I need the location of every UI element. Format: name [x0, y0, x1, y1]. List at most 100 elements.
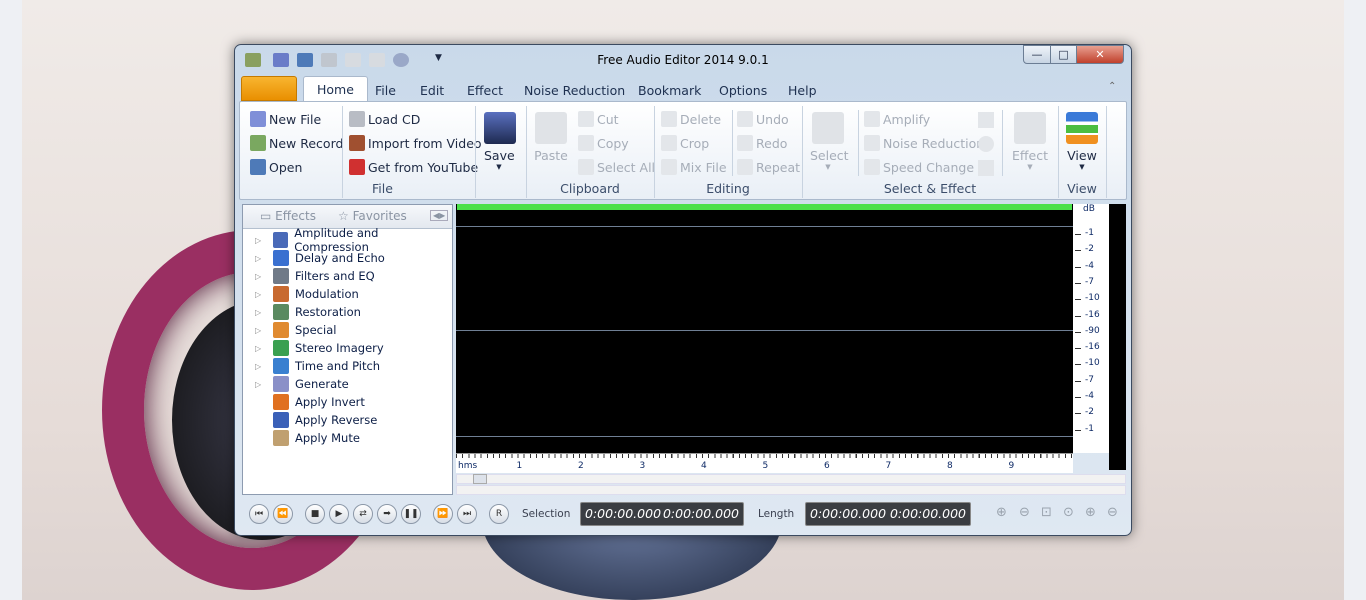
zoom-full-icon[interactable]: ⊙ [1063, 505, 1080, 522]
tree-item[interactable]: ▷ Special [243, 321, 452, 339]
open-button[interactable]: Open [250, 159, 302, 175]
favorites-tab[interactable]: ☆ Favorites [338, 209, 407, 223]
effect-small-icon-1[interactable] [978, 112, 994, 128]
crop-button[interactable]: Crop [661, 135, 709, 151]
zoom-in-icon[interactable]: ⊕ [996, 505, 1013, 522]
tree-item[interactable]: ▷ Generate [243, 375, 452, 393]
folder-icon [250, 159, 266, 175]
tab-bookmark[interactable]: Bookmark [638, 83, 701, 98]
horizontal-scrollbar[interactable] [456, 474, 1126, 484]
new-file-button[interactable]: New File [250, 111, 321, 127]
expand-icon[interactable]: ▷ [255, 380, 265, 389]
tree-item[interactable]: ▷ Amplitude and Compression [243, 226, 452, 254]
tree-item-label: Amplitude and Compression [294, 226, 379, 254]
floppy-icon [484, 112, 516, 144]
repeat-icon [737, 159, 753, 175]
minimize-button[interactable]: — [1023, 45, 1051, 64]
record-button[interactable]: R [489, 504, 509, 524]
label: Effect [1012, 148, 1048, 163]
tree-item[interactable]: ▷ Restoration [243, 303, 452, 321]
stop-button[interactable]: ■ [305, 504, 325, 524]
db-tick-label: -16 [1085, 309, 1100, 320]
expand-icon[interactable]: ▷ [255, 254, 265, 263]
tab-home[interactable]: Home [303, 76, 368, 102]
go-to-end-button[interactable]: ⏭ [457, 504, 477, 524]
selection-end: 0:00:00.000 [662, 506, 739, 521]
tree-item[interactable]: Apply Reverse [243, 411, 452, 429]
panel-scroll-arrows-icon[interactable]: ◀▶ [430, 210, 449, 221]
application-menu-button[interactable] [241, 76, 297, 101]
effects-tab[interactable]: ▭ Effects [260, 209, 316, 223]
select-all-button[interactable]: Select All [578, 159, 655, 175]
paste-button[interactable]: Paste [534, 112, 568, 163]
tree-item[interactable]: ▷ Stereo Imagery [243, 339, 452, 357]
timer-icon[interactable] [978, 136, 994, 152]
effects-tree: ▷ Amplitude and Compression ▷ Delay and Ech… [243, 226, 452, 447]
maximize-button[interactable]: □ [1050, 45, 1077, 64]
copy-button[interactable]: Copy [578, 135, 629, 151]
fast-forward-button[interactable]: ⏩ [433, 504, 453, 524]
save-button[interactable]: Save ▼ [484, 112, 516, 171]
zoom-selection-icon[interactable]: ⊡ [1041, 505, 1058, 522]
expand-icon[interactable]: ▷ [255, 344, 265, 353]
waveform-display[interactable] [456, 204, 1073, 453]
zoom-in-vertical-icon[interactable]: ⊕ [1085, 505, 1102, 522]
tab-file[interactable]: File [375, 83, 396, 98]
speed-change-button[interactable]: Speed Change [864, 159, 974, 175]
select-button[interactable]: Select ▼ [810, 112, 849, 171]
group-label-editing: Editing [706, 181, 750, 196]
label: New File [269, 111, 322, 127]
rewind-button[interactable]: ⏪ [273, 504, 293, 524]
load-cd-button[interactable]: Load CD [349, 111, 420, 127]
tab-effect[interactable]: Effect [467, 83, 503, 98]
tree-item[interactable]: Apply Invert [243, 393, 452, 411]
zoom-out-vertical-icon[interactable]: ⊖ [1107, 505, 1124, 522]
tree-item[interactable]: ▷ Filters and EQ [243, 267, 452, 285]
undo-button[interactable]: Undo [737, 111, 789, 127]
delete-button[interactable]: Delete [661, 111, 721, 127]
zoom-scrollbar[interactable] [456, 485, 1126, 495]
db-tick-label: -7 [1085, 374, 1094, 385]
redo-button[interactable]: Redo [737, 135, 787, 151]
tab-edit[interactable]: Edit [420, 83, 444, 98]
expand-icon[interactable]: ▷ [255, 362, 265, 371]
scissors-icon [578, 111, 594, 127]
expand-icon[interactable]: ▷ [255, 308, 265, 317]
youtube-button[interactable]: Get from YouTube [349, 159, 478, 175]
go-to-start-button[interactable]: ⏮ [249, 504, 269, 524]
effect-button[interactable]: Effect ▼ [1012, 112, 1048, 171]
new-record-button[interactable]: New Record [250, 135, 343, 151]
expand-icon[interactable]: ▷ [255, 290, 265, 299]
expand-icon[interactable]: ▷ [255, 236, 265, 245]
label: Favorites [352, 209, 407, 223]
cut-button[interactable]: Cut [578, 111, 619, 127]
ribbon-tabs: Home File Edit Effect Noise Reduction Bo… [241, 75, 1125, 102]
collapse-ribbon-icon[interactable]: ⌃ [1108, 81, 1116, 92]
tab-help[interactable]: Help [788, 83, 817, 98]
db-tick-label: -10 [1085, 358, 1100, 369]
close-button[interactable]: ✕ [1076, 45, 1124, 64]
expand-icon[interactable]: ▷ [255, 272, 265, 281]
loop-button[interactable]: ⇄ [353, 504, 373, 524]
expand-icon[interactable]: ▷ [255, 326, 265, 335]
tree-item[interactable]: ▷ Modulation [243, 285, 452, 303]
tree-item[interactable]: Apply Mute [243, 429, 452, 447]
zoom-out-icon[interactable]: ⊖ [1019, 505, 1036, 522]
import-video-button[interactable]: Import from Video [349, 135, 482, 151]
repeat-button[interactable]: Repeat [737, 159, 800, 175]
pause-button[interactable]: ❚❚ [401, 504, 421, 524]
view-button[interactable]: View ▼ [1064, 112, 1100, 171]
effect-icon [273, 322, 289, 338]
tab-noise-reduction[interactable]: Noise Reduction [524, 83, 625, 98]
tree-item[interactable]: ▷ Time and Pitch [243, 357, 452, 375]
group-label-clipboard: Clipboard [560, 181, 620, 196]
label: Select All [597, 159, 656, 175]
play-selection-button[interactable]: ➡ [377, 504, 397, 524]
label: Undo [756, 111, 789, 127]
mix-file-button[interactable]: Mix File [661, 159, 727, 175]
play-button[interactable]: ▶ [329, 504, 349, 524]
noise-reduction-button[interactable]: Noise Reduction [864, 135, 984, 151]
tab-options[interactable]: Options [719, 83, 767, 98]
amplify-button[interactable]: Amplify [864, 111, 930, 127]
effect-small-icon-3[interactable] [978, 160, 994, 176]
